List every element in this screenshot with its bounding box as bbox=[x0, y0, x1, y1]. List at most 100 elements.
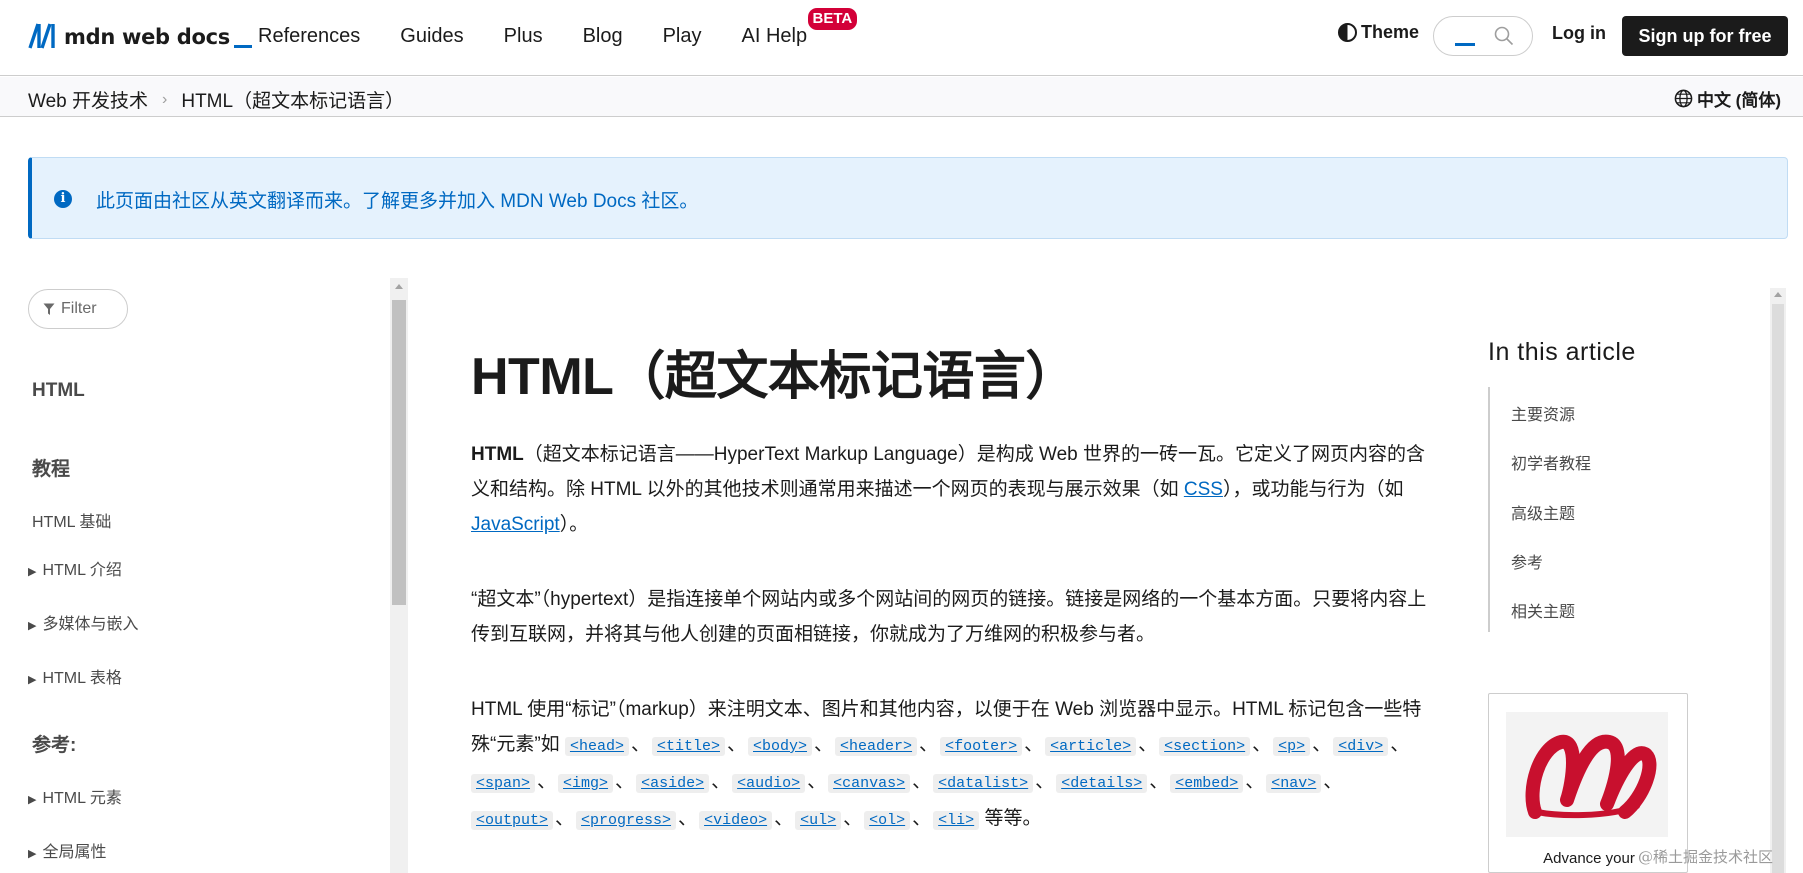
tag-separator: 、 bbox=[711, 771, 731, 792]
logo-text: mdn web docs bbox=[64, 25, 230, 49]
element-tag-link[interactable]: <details> bbox=[1056, 774, 1148, 793]
element-tag-link[interactable]: <ol> bbox=[864, 811, 911, 830]
markup-paragraph: HTML 使用“标记”（markup）来注明文本、图片和其他内容，以便于在 We… bbox=[471, 692, 1433, 838]
menu-guides[interactable]: Guides bbox=[400, 25, 463, 48]
element-tag-link[interactable]: <li> bbox=[933, 811, 980, 830]
toc-item-related-topics[interactable]: 相关主题 bbox=[1511, 598, 1575, 622]
signup-button[interactable]: Sign up for free bbox=[1622, 16, 1788, 56]
element-tag-link[interactable]: <footer> bbox=[940, 737, 1023, 756]
markup-text-end: 等等。 bbox=[979, 808, 1042, 829]
element-tag-link[interactable]: <p> bbox=[1273, 737, 1311, 756]
element-tag-link[interactable]: <video> bbox=[699, 811, 773, 830]
element-tag-link[interactable]: <div> bbox=[1333, 737, 1389, 756]
element-tag-link[interactable]: <aside> bbox=[636, 774, 710, 793]
tag-separator: 、 bbox=[1390, 734, 1410, 755]
sidebar-heading-html[interactable]: HTML bbox=[32, 380, 85, 402]
tag-separator: 、 bbox=[912, 808, 932, 829]
notice-message[interactable]: 此页面由社区从英文翻译而来。了解更多并加入 MDN Web Docs 社区。 bbox=[96, 186, 698, 213]
menu-blog[interactable]: Blog bbox=[583, 25, 623, 48]
sidebar-heading-tutorials: 教程 bbox=[32, 459, 71, 480]
element-tag-link[interactable]: <header> bbox=[835, 737, 918, 756]
expand-triangle-icon: ▶ bbox=[28, 794, 37, 806]
main-menu: References Guides Plus Blog Play AI Help… bbox=[258, 0, 858, 72]
element-tag-link[interactable]: <progress> bbox=[576, 811, 677, 830]
info-icon: i bbox=[54, 190, 72, 208]
search-input[interactable] bbox=[1433, 16, 1533, 56]
element-tag-link[interactable]: <audio> bbox=[732, 774, 806, 793]
sidebar-toggle-multimedia[interactable]: ▶ 多媒体与嵌入 bbox=[28, 610, 138, 634]
javascript-link[interactable]: JavaScript bbox=[471, 514, 560, 535]
element-tag-link[interactable]: <embed> bbox=[1170, 774, 1244, 793]
tag-separator: 、 bbox=[843, 808, 863, 829]
menu-play[interactable]: Play bbox=[663, 25, 702, 48]
breadcrumb-item-web[interactable]: Web 开发技术 bbox=[28, 86, 148, 113]
element-tag-link[interactable]: <section> bbox=[1159, 737, 1251, 756]
sidebar-scrollbar[interactable] bbox=[390, 278, 408, 873]
element-tag-link[interactable]: <nav> bbox=[1266, 774, 1322, 793]
tag-separator: 、 bbox=[1035, 771, 1055, 792]
sidebar-toggle-label: 全局属性 bbox=[42, 844, 107, 861]
element-tag-link[interactable]: <title> bbox=[651, 737, 725, 756]
language-switcher[interactable]: 中文 (简体) bbox=[1674, 86, 1781, 111]
tag-separator: 、 bbox=[1245, 771, 1265, 792]
menu-ai-help[interactable]: AI Help BETA bbox=[741, 7, 858, 48]
css-link[interactable]: CSS bbox=[1184, 479, 1223, 500]
element-tag-link[interactable]: <img> bbox=[558, 774, 614, 793]
sidebar-toggle-html-elements[interactable]: ▶ HTML 元素 bbox=[28, 784, 122, 808]
translation-notice: i 此页面由社区从英文翻译而来。了解更多并加入 MDN Web Docs 社区。 bbox=[28, 157, 1788, 239]
tag-separator: 、 bbox=[1312, 734, 1332, 755]
toc-item-reference[interactable]: 参考 bbox=[1511, 549, 1543, 573]
element-tag-link[interactable]: <ul> bbox=[795, 811, 842, 830]
sidebar-toggle-label: 多媒体与嵌入 bbox=[42, 616, 139, 633]
intro-text-c: ）。 bbox=[559, 514, 589, 535]
tag-separator: 、 bbox=[1138, 734, 1158, 755]
page-title: HTML（超文本标记语言） bbox=[471, 348, 1077, 406]
tag-separator: 、 bbox=[630, 734, 650, 755]
element-tag-link[interactable]: <article> bbox=[1045, 737, 1137, 756]
sidebar-toggle-global-attributes[interactable]: ▶ 全局属性 bbox=[28, 838, 106, 862]
breadcrumb-item-html[interactable]: HTML（超文本标记语言） bbox=[181, 86, 404, 113]
tag-separator: 、 bbox=[1252, 734, 1272, 755]
element-tag-link[interactable]: <datalist> bbox=[933, 774, 1034, 793]
menu-plus[interactable]: Plus bbox=[504, 25, 543, 48]
sidebar-item-html-basics[interactable]: HTML 基础 bbox=[32, 508, 111, 532]
tag-separator: 、 bbox=[678, 808, 698, 829]
theme-button[interactable]: Theme bbox=[1338, 22, 1419, 43]
login-button[interactable]: Log in bbox=[1552, 23, 1606, 44]
element-tag-link[interactable]: <canvas> bbox=[828, 774, 911, 793]
sidebar-scrollbar-thumb[interactable] bbox=[392, 300, 406, 605]
ad-logo-image bbox=[1506, 712, 1668, 837]
toc-item-advanced-topics[interactable]: 高级主题 bbox=[1511, 500, 1575, 524]
tag-separator: 、 bbox=[1149, 771, 1169, 792]
element-tag-link[interactable]: <body> bbox=[748, 737, 813, 756]
filter-icon bbox=[43, 303, 55, 315]
expand-triangle-icon: ▶ bbox=[28, 674, 37, 686]
scroll-up-arrow-icon[interactable] bbox=[1774, 292, 1782, 297]
top-navigation: mdn web docs References Guides Plus Blog… bbox=[0, 0, 1803, 76]
tag-separator: 、 bbox=[807, 771, 827, 792]
tag-separator: 、 bbox=[919, 734, 939, 755]
logo-cursor bbox=[233, 45, 252, 48]
mdn-logo[interactable]: mdn web docs bbox=[28, 22, 252, 50]
menu-references[interactable]: References bbox=[258, 25, 360, 48]
sidebar-toggle-html-intro[interactable]: ▶ HTML 介绍 bbox=[28, 556, 122, 580]
watermark: @稀土掘金技术社区 bbox=[1638, 848, 1774, 866]
theme-label: Theme bbox=[1361, 22, 1420, 42]
page-scrollbar-thumb[interactable] bbox=[1772, 304, 1784, 873]
page-scrollbar[interactable] bbox=[1770, 288, 1786, 873]
tag-separator: 、 bbox=[615, 771, 635, 792]
tag-separator: 、 bbox=[1323, 771, 1343, 792]
sidebar-filter-input[interactable]: Filter bbox=[28, 289, 128, 329]
beta-badge: BETA bbox=[807, 7, 858, 30]
expand-triangle-icon: ▶ bbox=[28, 848, 37, 860]
scroll-up-arrow-icon[interactable] bbox=[395, 284, 403, 289]
element-tag-link[interactable]: <output> bbox=[471, 811, 554, 830]
sidebar-toggle-tables[interactable]: ▶ HTML 表格 bbox=[28, 664, 122, 688]
toc-item-beginner-tutorials[interactable]: 初学者教程 bbox=[1511, 450, 1591, 474]
element-tag-link[interactable]: <span> bbox=[471, 774, 536, 793]
sidebar-toggle-label: HTML 表格 bbox=[42, 670, 122, 687]
globe-icon bbox=[1674, 89, 1693, 108]
toc-item-main-resources[interactable]: 主要资源 bbox=[1511, 401, 1575, 425]
element-tag-link[interactable]: <head> bbox=[564, 737, 629, 756]
ai-help-label: AI Help bbox=[741, 24, 808, 47]
